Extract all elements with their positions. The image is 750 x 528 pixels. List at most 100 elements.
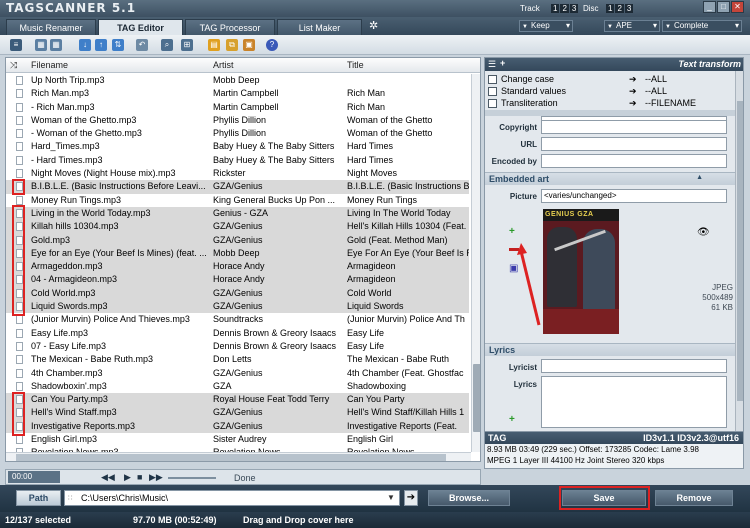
list-view-icon[interactable]: ≡ bbox=[10, 39, 22, 51]
table-row[interactable]: Gold.mp3 GZA/Genius Gold (Feat. Method Man… bbox=[6, 233, 469, 247]
add-icon[interactable]: + bbox=[500, 58, 505, 68]
url-field[interactable] bbox=[541, 137, 727, 151]
list-hscroll-thumb[interactable] bbox=[16, 454, 446, 461]
table-row[interactable]: Armageddon.mp3 Horace Andy Armagideon bbox=[6, 260, 469, 274]
standard-values-checkbox[interactable] bbox=[488, 87, 497, 96]
tab-tag-processor[interactable]: TAG Processor bbox=[185, 19, 275, 35]
filter-icon[interactable]: ⊞ bbox=[181, 39, 193, 51]
previous-icon[interactable]: ◀◀ bbox=[101, 472, 115, 483]
tab-list-maker[interactable]: List Maker bbox=[277, 19, 362, 35]
table-row[interactable]: Killah hills 10304.mp3 GZA/Genius Hell's K… bbox=[6, 220, 469, 234]
list-icon[interactable]: ☰ bbox=[488, 59, 496, 70]
settings-gear-icon[interactable]: ✲ bbox=[369, 19, 378, 32]
disc-num-3[interactable]: 3 bbox=[624, 4, 634, 13]
close-icon[interactable]: ✕ bbox=[731, 1, 744, 13]
lyrics-header[interactable]: Lyrics bbox=[485, 343, 735, 356]
copy-icon[interactable]: ⧉ bbox=[226, 39, 238, 51]
lyricist-field[interactable] bbox=[541, 359, 727, 373]
select-all-icon[interactable]: ▦ bbox=[35, 39, 47, 51]
encoded-by-field[interactable] bbox=[541, 154, 727, 168]
ape-dropdown[interactable]: APE bbox=[604, 20, 660, 32]
transform-item-standard-values[interactable]: Standard values ➔ --ALL bbox=[487, 85, 733, 97]
sort-icon[interactable]: ⇅ bbox=[112, 39, 124, 51]
table-row[interactable]: Woman of the Ghetto.mp3 Phyllis Dillion Wo… bbox=[6, 114, 469, 127]
table-row[interactable]: Easy Life.mp3 Dennis Brown & Greory Isaac… bbox=[6, 327, 469, 340]
table-row[interactable]: Night Moves (Night House mix).mp3 Rickste… bbox=[6, 167, 469, 180]
move-down-icon[interactable]: ↓ bbox=[79, 39, 91, 51]
stop-icon[interactable]: ■ bbox=[137, 472, 142, 482]
cell-title: Hard Times bbox=[347, 154, 394, 165]
track-num-2[interactable]: 2 bbox=[560, 4, 569, 13]
table-row[interactable]: Eye for an Eye (Your Beef Is Mines) (fea… bbox=[6, 246, 469, 261]
undo-icon[interactable]: ↶ bbox=[136, 39, 148, 51]
picture-field[interactable]: <varies/unchanged> bbox=[541, 189, 727, 203]
list-horizontal-scrollbar[interactable] bbox=[6, 452, 471, 461]
table-row[interactable]: Living in the World Today.mp3 Genius - GZ… bbox=[6, 206, 469, 221]
table-row[interactable]: 04 - Armagideon.mp3 Horace Andy Armagideon bbox=[6, 273, 469, 287]
add-lyrics-icon[interactable]: + bbox=[509, 414, 515, 425]
album-cover[interactable]: GENIUS GZA bbox=[543, 209, 619, 334]
path-input[interactable]: C:\Users\Chris\Music\ bbox=[64, 490, 400, 506]
tab-music-renamer[interactable]: Music Renamer bbox=[6, 19, 96, 35]
view-eye-icon[interactable]: 👁 bbox=[697, 227, 710, 238]
disc-num-1[interactable]: 1 bbox=[606, 4, 615, 13]
disc-num-2[interactable]: 2 bbox=[615, 4, 624, 13]
collapse-icon[interactable]: ▲ bbox=[696, 174, 703, 181]
minimize-icon[interactable]: _ bbox=[703, 1, 716, 13]
path-dropdown-icon[interactable]: ▼ bbox=[387, 493, 395, 502]
table-row[interactable]: 07 - Easy Life.mp3 Dennis Brown & Greory … bbox=[6, 340, 469, 353]
help-icon[interactable]: ? bbox=[266, 39, 278, 51]
panel-scroll-thumb[interactable] bbox=[737, 101, 743, 401]
table-row[interactable]: - Rich Man.mp3 Martin Campbell Rich Man bbox=[6, 101, 469, 114]
transform-item-change-case[interactable]: Change case ➔ --ALL bbox=[487, 73, 733, 85]
table-row[interactable]: Money Run Tings.mp3 King General Bucks Up… bbox=[6, 194, 469, 207]
table-row[interactable]: Cold World.mp3 GZA/Genius Cold World bbox=[6, 286, 469, 301]
move-up-icon[interactable]: ↑ bbox=[95, 39, 107, 51]
table-row[interactable]: Can You Party.mp3 Royal House Feat Todd T… bbox=[6, 393, 469, 407]
complete-dropdown[interactable]: Complete bbox=[662, 20, 742, 32]
keep-dropdown[interactable]: Keep bbox=[519, 20, 573, 32]
column-artist[interactable]: Artist bbox=[213, 60, 234, 70]
table-row[interactable]: Up North Trip.mp3 Mobb Deep bbox=[6, 74, 469, 87]
table-row[interactable]: English Girl.mp3 Sister Audrey English Gir… bbox=[6, 433, 469, 446]
maximize-icon[interactable]: □ bbox=[717, 1, 730, 13]
next-icon[interactable]: ▶▶ bbox=[149, 472, 163, 483]
add-art-icon[interactable]: + bbox=[509, 226, 515, 237]
table-row[interactable]: Hard_Times.mp3 Baby Huey & The Baby Sitte… bbox=[6, 140, 469, 153]
table-row[interactable]: B.I.B.L.E. (Basic Instructions Before Le… bbox=[6, 180, 469, 194]
remove-button[interactable]: Remove bbox=[655, 490, 733, 506]
column-title[interactable]: Title bbox=[347, 60, 364, 70]
transform-item-transliteration[interactable]: Transliteration ➔ --FILENAME bbox=[487, 97, 733, 109]
track-num-1[interactable]: 1 bbox=[551, 4, 560, 13]
go-arrow-icon[interactable]: ➔ bbox=[404, 490, 418, 506]
seek-slider[interactable] bbox=[168, 477, 216, 479]
find-icon[interactable]: ⌕ bbox=[161, 39, 173, 51]
browse-button[interactable]: Browse... bbox=[428, 490, 510, 506]
table-row[interactable]: Shadowboxin'.mp3 GZA Shadowboxing bbox=[6, 380, 469, 393]
transliteration-checkbox[interactable] bbox=[488, 99, 497, 108]
table-row[interactable]: 4th Chamber.mp3 GZA/Genius 4th Chamber (Fe… bbox=[6, 367, 469, 380]
table-row[interactable]: Investigative Reports.mp3 GZA/Genius Inves… bbox=[6, 419, 469, 434]
table-row[interactable]: - Woman of the Ghetto.mp3 Phyllis Dillion… bbox=[6, 127, 469, 140]
column-filename[interactable]: Filename bbox=[31, 60, 68, 70]
table-row[interactable]: Hell's Wind Staff.mp3 GZA/Genius Hell's Wi… bbox=[6, 406, 469, 420]
table-row[interactable]: (Junior Murvin) Police And Thieves.mp3 So… bbox=[6, 313, 469, 326]
copyright-field[interactable] bbox=[541, 120, 727, 134]
table-row[interactable]: Liquid Swords.mp3 GZA/Genius Liquid Swords bbox=[6, 300, 469, 314]
shuffle-icon[interactable]: ⤨ bbox=[10, 60, 17, 71]
tab-tag-editor[interactable]: TAG Editor bbox=[98, 19, 183, 35]
table-row[interactable]: - Hard Times.mp3 Baby Huey & The Baby Sit… bbox=[6, 154, 469, 167]
play-icon[interactable]: ▶ bbox=[124, 472, 131, 483]
list-scroll-thumb[interactable] bbox=[473, 364, 480, 432]
change-case-checkbox[interactable] bbox=[488, 75, 497, 84]
panel-scrollbar[interactable] bbox=[735, 71, 743, 442]
list-vertical-scrollbar[interactable] bbox=[471, 74, 480, 452]
paste-icon[interactable]: ▣ bbox=[243, 39, 255, 51]
table-row[interactable]: The Mexican - Babe Ruth.mp3 Don Letts The … bbox=[6, 353, 469, 366]
save-button[interactable]: Save bbox=[562, 490, 646, 506]
grid-icon[interactable]: ▦ bbox=[50, 39, 62, 51]
file-icon[interactable]: ▤ bbox=[208, 39, 220, 51]
track-num-3[interactable]: 3 bbox=[569, 4, 579, 13]
lyrics-field[interactable] bbox=[541, 376, 727, 428]
table-row[interactable]: Rich Man.mp3 Martin Campbell Rich Man bbox=[6, 87, 469, 100]
